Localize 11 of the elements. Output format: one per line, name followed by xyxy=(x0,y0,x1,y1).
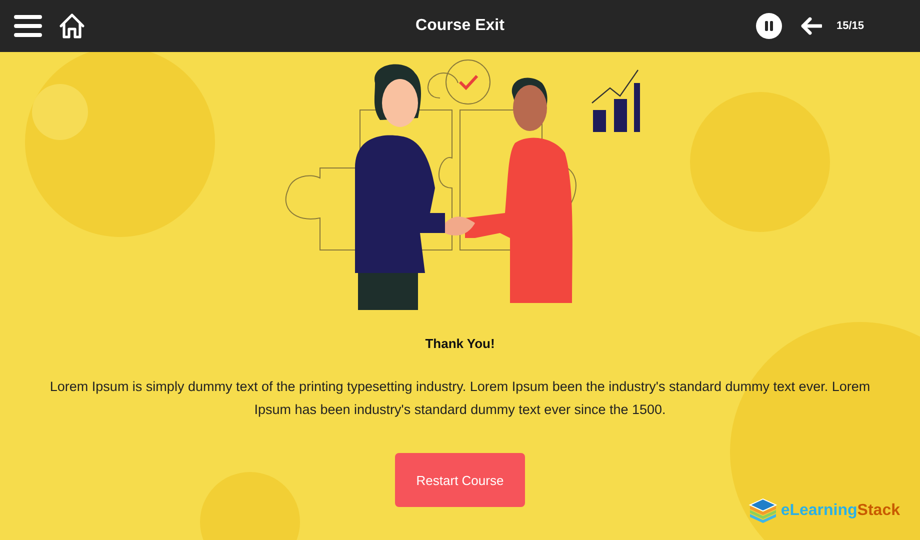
stacked-books-icon xyxy=(748,498,778,524)
home-icon[interactable] xyxy=(58,13,86,39)
body-paragraph: Lorem Ipsum is simply dummy text of the printing typesetting industry. Lorem Ipsum been the industry's standard dummy text ever. Lorem Ipsum has been industry's standard dummy text ever since the 1500. xyxy=(48,378,872,419)
page-counter: 15/15 xyxy=(836,20,864,32)
restart-course-button[interactable]: Restart Course xyxy=(395,453,525,507)
thank-you-heading: Thank You! xyxy=(425,336,495,351)
menu-icon[interactable] xyxy=(14,15,42,37)
logo-text: eLearningStack xyxy=(780,502,900,520)
window-title: Course Exit xyxy=(416,17,504,35)
back-arrow-icon[interactable] xyxy=(800,17,822,35)
pause-icon[interactable] xyxy=(756,13,782,39)
